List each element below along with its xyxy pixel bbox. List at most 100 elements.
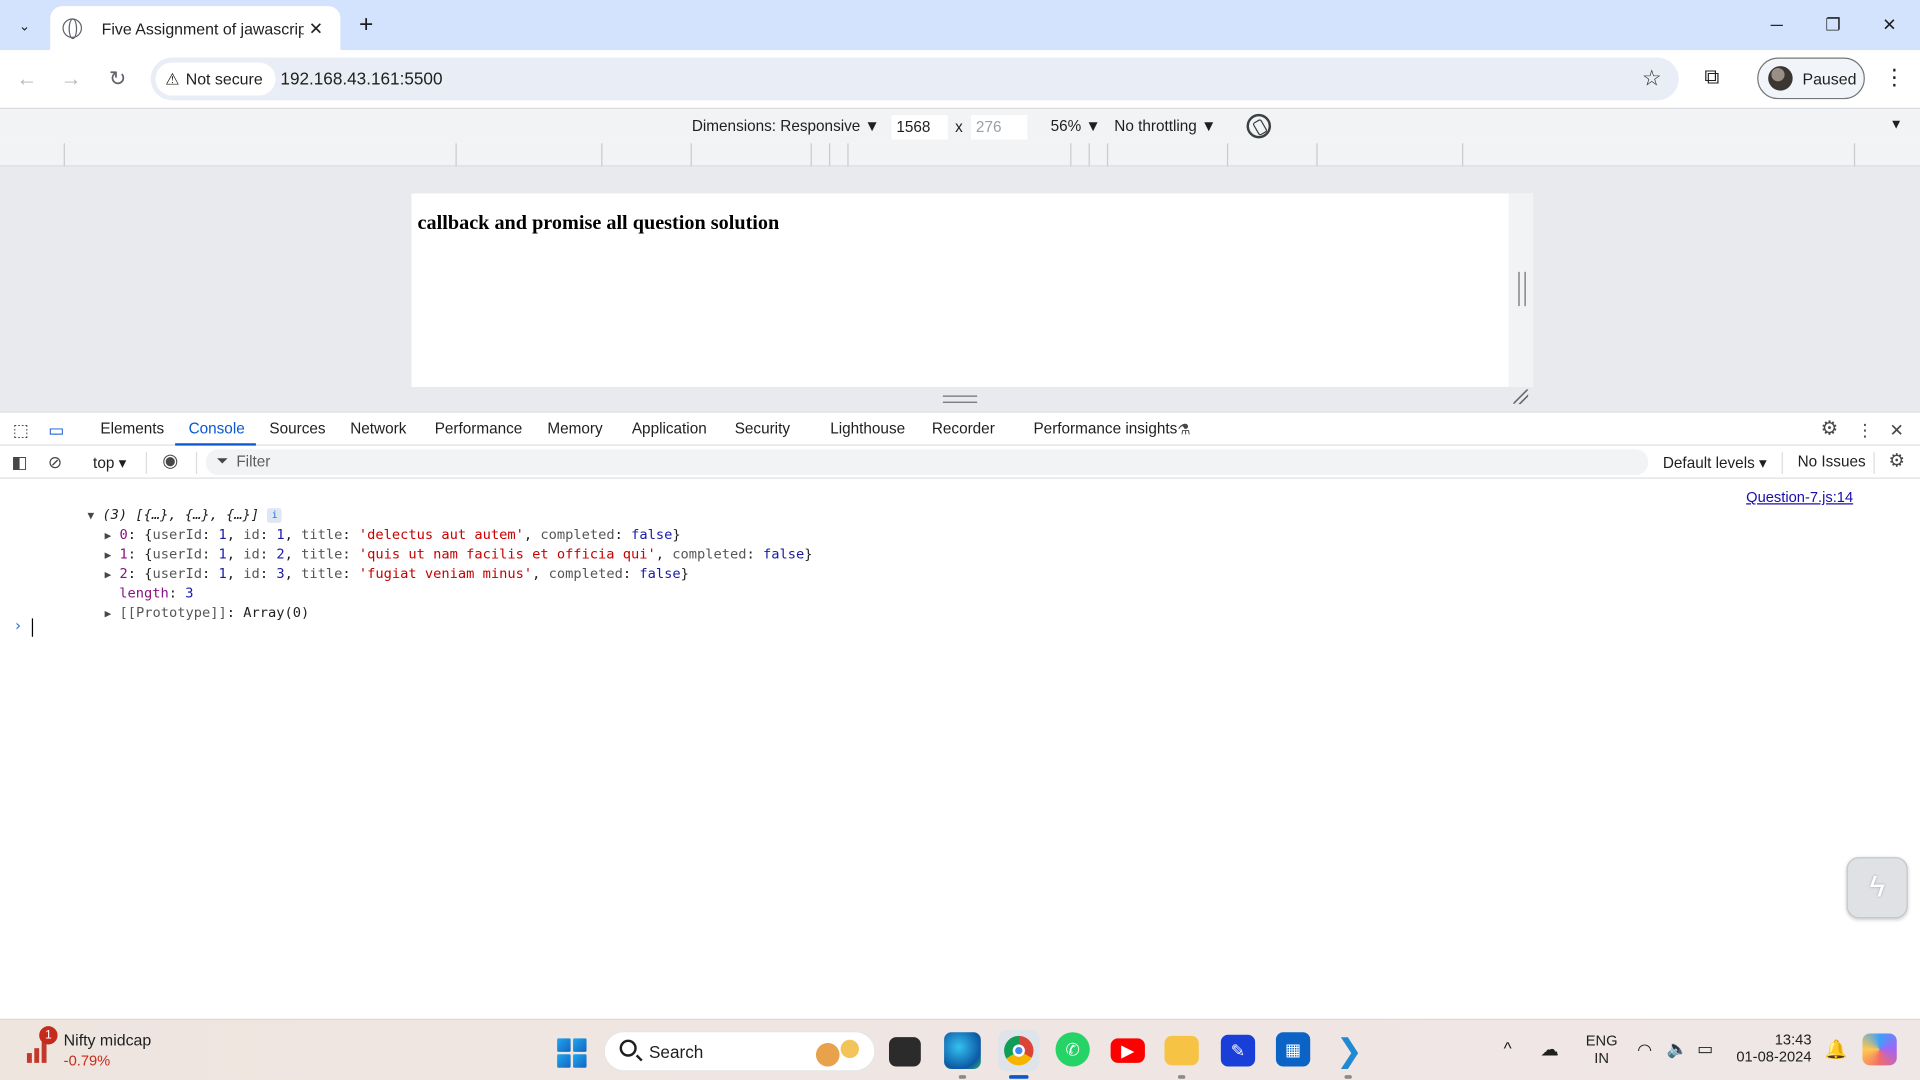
device-options-icon[interactable]: ▼ xyxy=(1890,118,1903,133)
extensions-icon[interactable]: ⧉ xyxy=(1697,65,1726,94)
minimize-button[interactable]: ─ xyxy=(1749,10,1805,39)
context-label: top xyxy=(93,454,115,472)
file-explorer-icon[interactable] xyxy=(1164,1035,1199,1066)
console-toolbar: ◧ ⊘ top ▾ ◉ ⏷ Filter Default levels ▾ No… xyxy=(0,445,1920,479)
close-devtools-icon[interactable]: ✕ xyxy=(1886,419,1908,441)
devtools-menu-icon[interactable]: ⋮ xyxy=(1854,419,1876,441)
restore-button[interactable]: ❐ xyxy=(1805,10,1861,39)
tab-application[interactable]: Application xyxy=(632,420,707,437)
security-label: Not secure xyxy=(185,69,263,89)
notification-badge: 1 xyxy=(39,1026,58,1045)
zoom-dropdown[interactable]: 56% ▼ xyxy=(1051,118,1101,135)
tab-console[interactable]: Console xyxy=(189,420,245,437)
clear-console-icon[interactable]: ⊘ xyxy=(44,451,66,473)
console-filter-input[interactable]: ⏷ Filter xyxy=(205,449,1649,476)
chrome-app-button[interactable] xyxy=(997,1029,1040,1072)
floating-lightning-button[interactable]: ϟ xyxy=(1846,857,1908,919)
lang-top: ENG xyxy=(1585,1032,1618,1050)
wifi-icon[interactable]: ◠ xyxy=(1637,1040,1652,1061)
close-window-button[interactable]: ✕ xyxy=(1861,10,1917,39)
stock-widget[interactable]: 1 Nifty midcap -0.79% xyxy=(22,1026,169,1073)
security-chip[interactable]: ⚠ Not secure xyxy=(155,62,275,96)
pen-app-icon[interactable]: ✎ xyxy=(1220,1034,1256,1067)
live-expression-eye-icon[interactable]: ◉ xyxy=(159,451,181,473)
sidebar-toggle-icon[interactable]: ◧ xyxy=(9,451,31,473)
console-input-caret[interactable] xyxy=(31,618,34,637)
tab-title: Five Assignment of jawascript xyxy=(101,18,304,38)
reload-button[interactable]: ↻ xyxy=(102,64,134,96)
task-view-icon[interactable] xyxy=(888,1037,921,1067)
console-settings-icon[interactable]: ⚙ xyxy=(1886,451,1908,473)
media-query-ruler[interactable] xyxy=(0,143,1920,167)
tab-search-button[interactable]: ⌄ xyxy=(7,9,41,43)
tab-recorder[interactable]: Recorder xyxy=(932,420,995,437)
filter-placeholder: Filter xyxy=(236,453,271,471)
log-levels-dropdown[interactable]: Default levels ▾ xyxy=(1663,453,1767,471)
vscode-icon[interactable]: ❯ xyxy=(1331,1032,1368,1069)
rotate-icon[interactable] xyxy=(1246,113,1272,139)
source-link[interactable]: Question-7.js:14 xyxy=(1746,489,1853,506)
globe-icon xyxy=(62,18,83,40)
context-selector[interactable]: top ▾ xyxy=(93,453,126,471)
throttling-dropdown[interactable]: No throttling ▼ xyxy=(1114,118,1216,135)
lang-bottom: IN xyxy=(1594,1049,1609,1067)
browser-toolbar: ← → ↻ ⚠ Not secure 192.168.43.161:5500 ☆… xyxy=(0,50,1920,108)
profile-button[interactable]: Paused xyxy=(1757,57,1865,100)
back-button[interactable]: ← xyxy=(11,64,43,96)
tab-security[interactable]: Security xyxy=(735,420,790,437)
dimensions-dropdown[interactable]: Dimensions: Responsive ▼ xyxy=(692,118,880,135)
prototype-row[interactable]: ▶ [[Prototype]]: Array(0) xyxy=(55,589,310,637)
taskbar-search[interactable]: Search xyxy=(603,1031,876,1072)
onedrive-cloud-icon[interactable]: ☁ xyxy=(1540,1038,1558,1061)
tab-elements[interactable]: Elements xyxy=(100,420,164,437)
bookmark-star-icon[interactable]: ☆ xyxy=(1642,66,1662,92)
warning-icon: ⚠ xyxy=(165,69,180,88)
console-output[interactable]: ▼ (3) [{…}, {…}, {…}] i Question-7.js:14… xyxy=(0,478,1920,1019)
browser-tab[interactable]: Five Assignment of jawascript ✕ xyxy=(50,6,341,51)
tab-network[interactable]: Network xyxy=(350,420,406,437)
tab-performance[interactable]: Performance xyxy=(435,420,523,437)
height-input[interactable]: 276 xyxy=(971,115,1028,140)
tab-sources[interactable]: Sources xyxy=(269,420,325,437)
prototype-value: Array(0) xyxy=(243,604,310,621)
battery-icon[interactable]: ▭ xyxy=(1697,1038,1713,1059)
notification-bell-icon[interactable]: 🔔 xyxy=(1825,1038,1848,1061)
tab-performance-insights[interactable]: Performance insights xyxy=(1033,420,1177,437)
youtube-icon[interactable]: ▶ xyxy=(1110,1038,1145,1063)
store-icon[interactable]: ▦ xyxy=(1275,1032,1311,1067)
clock[interactable]: 13:43 01-08-2024 xyxy=(1736,1031,1811,1065)
resize-handle-right[interactable] xyxy=(1518,271,1526,307)
inspect-element-icon[interactable]: ⬚ xyxy=(10,419,32,441)
browser-menu-icon[interactable]: ⋮ xyxy=(1882,65,1906,91)
lightning-icon: ϟ xyxy=(1869,870,1885,904)
tray-chevron-icon[interactable]: ^ xyxy=(1504,1038,1512,1058)
device-toggle-icon[interactable]: ▭ xyxy=(45,419,67,441)
filter-icon: ⏷ xyxy=(216,451,229,469)
address-bar[interactable]: ⚠ Not secure 192.168.43.161:5500 ☆ xyxy=(150,57,1679,101)
start-button[interactable] xyxy=(557,1038,587,1068)
tab-lighthouse[interactable]: Lighthouse xyxy=(830,420,905,437)
log-levels-label: Default levels xyxy=(1662,454,1755,472)
url-text[interactable]: 192.168.43.161:5500 xyxy=(280,69,442,89)
item-title: 'fugiat veniam minus' xyxy=(358,565,533,582)
edge-icon[interactable] xyxy=(944,1032,981,1069)
whatsapp-icon[interactable]: ✆ xyxy=(1055,1032,1090,1067)
close-tab-icon[interactable]: ✕ xyxy=(304,18,328,39)
forward-button[interactable]: → xyxy=(55,64,87,96)
width-input[interactable]: 1568 xyxy=(891,115,948,140)
tab-strip: ⌄ Five Assignment of jawascript ✕ + ─ ❐ … xyxy=(0,0,1920,51)
expand-arrow-icon[interactable]: ▶ xyxy=(105,609,112,621)
copilot-icon[interactable] xyxy=(1862,1033,1897,1066)
new-tab-button[interactable]: + xyxy=(351,10,380,39)
device-viewport-area: callback and promise all question soluti… xyxy=(0,166,1920,412)
tab-memory[interactable]: Memory xyxy=(547,420,602,437)
item-userid: 1 xyxy=(218,565,227,582)
settings-gear-icon[interactable]: ⚙ xyxy=(1818,419,1840,441)
resize-handle-bottom[interactable] xyxy=(942,395,978,403)
item-completed: false xyxy=(763,546,805,563)
resize-handle-corner[interactable] xyxy=(1513,389,1529,405)
console-prompt-icon: › xyxy=(13,617,23,635)
volume-icon[interactable]: 🔈 xyxy=(1667,1038,1688,1059)
language-indicator[interactable]: ENG IN xyxy=(1586,1032,1618,1066)
issues-label[interactable]: No Issues xyxy=(1798,453,1866,470)
